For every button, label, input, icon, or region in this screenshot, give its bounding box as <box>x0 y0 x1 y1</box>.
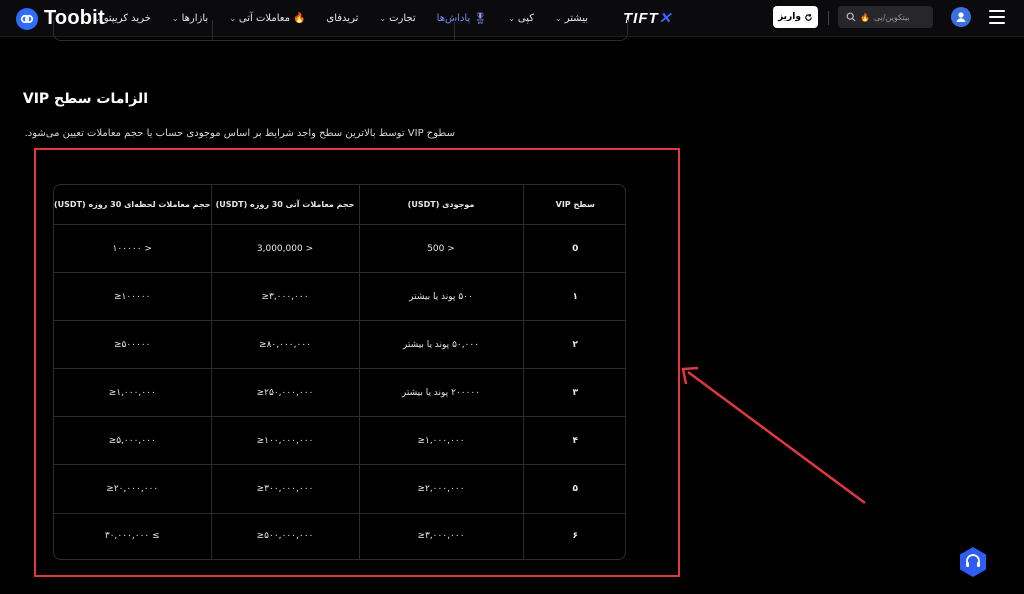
search-box[interactable]: 🔥 بیتکوین/پی <box>838 6 933 28</box>
search-placeholder: بیتکوین/پی <box>873 12 910 22</box>
promo-logo-mark: ✕ <box>658 10 673 27</box>
fire-icon: 🔥 <box>860 12 870 22</box>
deposit-label: واریز <box>778 12 801 22</box>
support-chat-button[interactable] <box>957 546 989 578</box>
search-icon <box>846 12 856 22</box>
promo-logo-text: TIFT <box>623 10 659 27</box>
toobit-logo-icon <box>16 7 38 30</box>
user-avatar-icon[interactable] <box>951 7 971 27</box>
annotation-highlight-box <box>34 148 680 577</box>
header-divider <box>828 11 829 25</box>
tift-promo-logo[interactable]: TIFT✕ <box>623 9 672 27</box>
refresh-icon <box>805 13 812 21</box>
section-title: الزامات سطح VIP <box>22 91 148 107</box>
deposit-button[interactable]: واریز <box>773 6 818 28</box>
hamburger-menu-icon[interactable] <box>989 10 1005 28</box>
section-description: سطوح VIP توسط بالاترین سطح واجد شرایط بر… <box>24 128 455 139</box>
previous-table-bottom <box>53 20 628 41</box>
